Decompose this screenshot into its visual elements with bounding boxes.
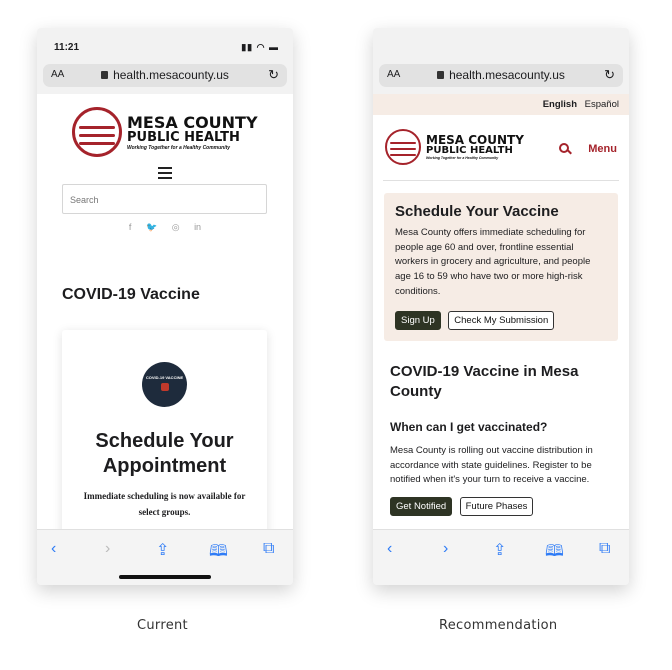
logo-tagline: Working Together for a Healthy Community [127,145,231,151]
appointment-card: COVID-19 VACCINE Schedule Your Appointme… [62,330,267,529]
logo-line2: PUBLIC HEALTH [127,130,240,145]
language-spanish[interactable]: Español [585,99,619,110]
status-time: 11:21 [54,42,80,53]
get-notified-button[interactable]: Get Notified [390,497,453,516]
url-text[interactable]: health.mesacounty.us [379,68,623,82]
lock-icon [437,71,445,79]
schedule-panel: Schedule Your Vaccine Mesa County offers… [384,193,618,341]
reload-icon[interactable]: ↻ [604,67,615,83]
linkedin-icon[interactable]: in [194,222,201,232]
safari-toolbar: ‹ › ⇪ 🕮 ⧉ [37,529,293,585]
panel-title: Schedule Your Vaccine [395,203,559,220]
safari-toolbar: ‹ › ⇪ 🕮 ⧉ [373,529,629,585]
address-bar[interactable]: AA health.mesacounty.us ↻ [43,64,287,87]
divider [383,180,619,181]
facebook-icon[interactable]: f [129,222,132,232]
tabs-icon[interactable]: ⧉ [263,540,274,558]
future-phases-button[interactable]: Future Phases [459,497,534,516]
bookmarks-icon[interactable]: 🕮 [209,540,228,567]
menu-button[interactable]: Menu [588,143,617,155]
page-title: COVID-19 Vaccine in Mesa County [390,363,579,401]
phone-recommendation: AA health.mesacounty.us ↻ English Españo… [373,28,629,585]
language-bar: English Español [373,94,629,115]
hamburger-menu-icon[interactable] [158,167,172,182]
social-links: f 🐦 ◎ in [37,222,293,233]
back-icon[interactable]: ‹ [387,540,392,558]
caption-recommendation: Recommendation [439,618,558,633]
forward-icon[interactable]: › [443,540,448,558]
status-bar [373,28,629,64]
url-domain: health.mesacounty.us [113,68,229,82]
logo-tagline: Working Together for a Healthy Community [426,156,499,160]
url-text[interactable]: health.mesacounty.us [43,68,287,82]
section-heading: When can I get vaccinated? [390,420,548,434]
status-icons: ▮▮ ◠ ▬ [241,42,279,52]
lock-icon [101,71,109,79]
panel-body: Mesa County offers immediate scheduling … [395,227,591,297]
sign-up-button[interactable]: Sign Up [395,311,441,330]
share-icon[interactable]: ⇪ [156,540,169,560]
search-icon[interactable] [559,143,570,153]
language-english[interactable]: English [543,99,577,110]
status-bar: 11:21 ▮▮ ◠ ▬ [37,28,293,64]
card-body: Immediate scheduling is now available fo… [83,491,246,518]
home-indicator [119,575,211,579]
caption-current: Current [137,618,188,633]
share-icon[interactable]: ⇪ [493,540,506,560]
twitter-icon[interactable]: 🐦 [146,222,157,232]
back-icon[interactable]: ‹ [51,540,56,558]
reload-icon[interactable]: ↻ [268,67,279,83]
card-title: Schedule Your Appointment [95,430,234,477]
bookmarks-icon[interactable]: 🕮 [545,540,564,567]
address-bar[interactable]: AA health.mesacounty.us ↻ [379,64,623,87]
page-title: COVID-19 Vaccine [62,286,200,303]
phone-current: 11:21 ▮▮ ◠ ▬ AA health.mesacounty.us ↻ M… [37,28,293,585]
tabs-icon[interactable]: ⧉ [599,540,610,558]
forward-icon[interactable]: › [105,540,110,558]
instagram-icon[interactable]: ◎ [172,222,180,232]
logo-mark-icon [385,129,421,165]
page-content: MESA COUNTY PUBLIC HEALTH Working Togeth… [37,94,293,529]
logo-line1: MESA COUNTY [127,113,258,132]
header-nav: Menu [559,142,617,155]
page-content: English Español MESA COUNTY PUBLIC HEALT… [373,94,629,529]
logo-line2: PUBLIC HEALTH [426,145,513,156]
logo-mark-icon [72,107,122,157]
logo-text: MESA COUNTY PUBLIC HEALTH Working Togeth… [426,134,524,161]
check-submission-button[interactable]: Check My Submission [448,311,555,330]
covid-vaccine-badge-icon: COVID-19 VACCINE [142,362,187,407]
section-paragraph: Mesa County is rolling out vaccine distr… [390,445,593,486]
logo-text: MESA COUNTY PUBLIC HEALTH Working Togeth… [127,115,258,151]
url-domain: health.mesacounty.us [449,68,565,82]
search-input[interactable]: Search [62,184,267,214]
